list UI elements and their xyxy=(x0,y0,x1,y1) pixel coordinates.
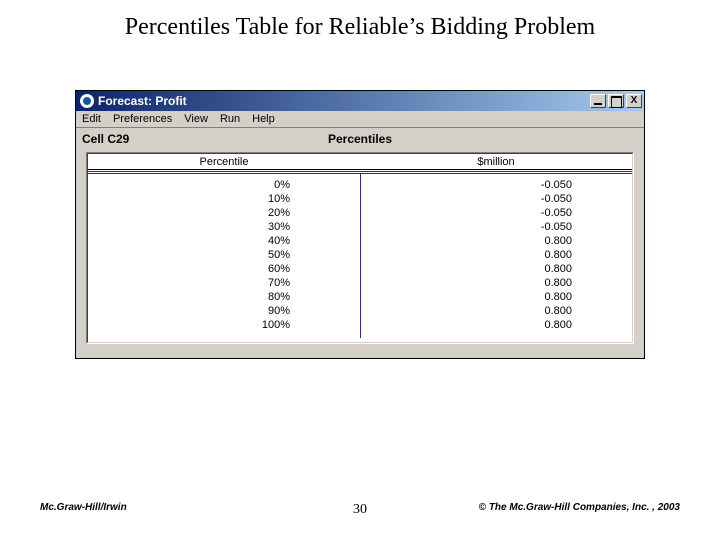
menu-view[interactable]: View xyxy=(184,113,208,125)
cell-value: 0.800 xyxy=(360,276,632,290)
cell-value: 0.800 xyxy=(360,290,632,304)
cell-value: 0.800 xyxy=(360,262,632,276)
cell-value: 0.800 xyxy=(360,234,632,248)
percentiles-table: Percentile $million 0%-0.05010%-0.05020%… xyxy=(86,152,634,344)
table-body: 0%-0.05010%-0.05020%-0.05030%-0.05040%0.… xyxy=(88,174,632,342)
forecast-window: Forecast: Profit X Edit Preferences View… xyxy=(75,90,645,359)
column-header-value: $million xyxy=(360,156,632,168)
cell-percentile: 20% xyxy=(88,206,360,220)
cell-value: -0.050 xyxy=(360,178,632,192)
cell-percentile: 40% xyxy=(88,234,360,248)
vertical-divider xyxy=(360,174,361,338)
window-titlebar[interactable]: Forecast: Profit X xyxy=(76,91,644,111)
cell-value: 0.800 xyxy=(360,304,632,318)
footer-copyright: © The Mc.Graw-Hill Companies, Inc. , 200… xyxy=(479,502,680,513)
window-controls: X xyxy=(590,94,642,108)
cell-percentile: 80% xyxy=(88,290,360,304)
close-button[interactable]: X xyxy=(626,94,642,108)
column-header-percentile: Percentile xyxy=(88,156,360,168)
menu-edit[interactable]: Edit xyxy=(82,113,101,125)
slide-footer: Mc.Graw-Hill/Irwin 30 © The Mc.Graw-Hill… xyxy=(0,502,720,518)
table-header: Percentile $million xyxy=(88,154,632,170)
cell-percentile: 50% xyxy=(88,248,360,262)
maximize-button[interactable] xyxy=(608,94,624,108)
cell-percentile: 100% xyxy=(88,318,360,332)
cell-value: 0.800 xyxy=(360,318,632,332)
cell-reference: Cell C29 xyxy=(82,132,182,146)
slide-title: Percentiles Table for Reliable’s Bidding… xyxy=(0,14,720,41)
cell-percentile: 90% xyxy=(88,304,360,318)
table-title: Percentiles xyxy=(182,132,638,146)
cell-percentile: 10% xyxy=(88,192,360,206)
cell-percentile: 70% xyxy=(88,276,360,290)
cell-value: -0.050 xyxy=(360,206,632,220)
cell-value: -0.050 xyxy=(360,192,632,206)
cell-percentile: 30% xyxy=(88,220,360,234)
cell-value: -0.050 xyxy=(360,220,632,234)
window-title: Forecast: Profit xyxy=(98,94,590,108)
footer-publisher: Mc.Graw-Hill/Irwin xyxy=(40,502,127,513)
app-icon xyxy=(80,94,94,108)
menubar: Edit Preferences View Run Help xyxy=(76,111,644,128)
header-row: Cell C29 Percentiles xyxy=(76,128,644,148)
cell-percentile: 60% xyxy=(88,262,360,276)
cell-value: 0.800 xyxy=(360,248,632,262)
cell-percentile: 0% xyxy=(88,178,360,192)
menu-preferences[interactable]: Preferences xyxy=(113,113,172,125)
menu-help[interactable]: Help xyxy=(252,113,275,125)
menu-run[interactable]: Run xyxy=(220,113,240,125)
minimize-button[interactable] xyxy=(590,94,606,108)
